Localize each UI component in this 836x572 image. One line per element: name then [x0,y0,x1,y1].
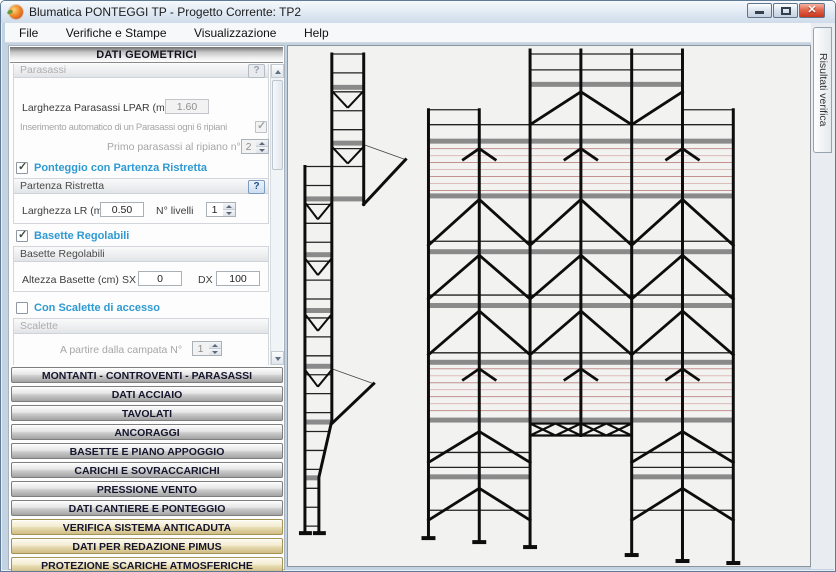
larghezza-parasassi-input[interactable] [165,99,209,114]
menu-verifiche-e-stampe[interactable]: Verifiche e Stampe [57,23,176,40]
section-tavolati[interactable]: TAVOLATI [11,405,283,421]
parasassi-group-label: Parasassi [14,64,268,78]
scrollbar-thumb[interactable] [272,80,283,170]
scroll-up-icon[interactable] [271,64,284,78]
partenza-ristretta-checkbox[interactable]: ✓ [16,162,28,174]
close-button[interactable]: ✕ [799,3,825,18]
close-icon: ✕ [800,4,824,17]
auto-parasassi-label: Inserimento automatico di un Parasassi o… [20,122,227,133]
parameters-panel: DATI GEOMETRICI Parasassi ? Larghezza Pa… [8,45,285,570]
larghezza-parasassi-label: Larghezza Parasassi LPAR (m) [22,102,168,114]
partenza-ristretta-group: Partenza Ristretta ? [13,178,269,224]
section-basette-e-piano-appoggio[interactable]: BASETTE E PIANO APPOGGIO [11,443,283,459]
partenza-ristretta-help-button[interactable]: ? [248,180,265,194]
basette-regolabili-checkbox[interactable]: ✓ [16,230,28,242]
scalette-group-label: Scalette [14,319,268,334]
menu-file[interactable]: File [10,23,47,40]
section-montanti-controventi-parasassi[interactable]: MONTANTI - CONTROVENTI - PARASASSI [11,367,283,383]
tab-risultati-verifica[interactable]: Risultati verifica [813,27,832,153]
parasassi-help-button[interactable]: ? [248,64,265,78]
auto-parasassi-checkbox[interactable]: ✓ [255,121,267,133]
primo-parasassi-label: Primo parasassi al ripiano n° [107,141,241,153]
partenza-ristretta-group-label: Partenza Ristretta [14,179,268,194]
menu-bar: File Verifiche e Stampe Visualizzazione … [5,23,833,43]
window-title: Blumatica PONTEGGI TP - Progetto Corrent… [29,5,301,19]
dx-label: DX [198,274,213,286]
campata-label: A partire dalla campata N° [60,344,182,356]
dati-geometrici-content: Parasassi ? Larghezza Parasassi LPAR (m)… [10,64,283,365]
section-ancoraggi[interactable]: ANCORAGGI [11,424,283,440]
primo-parasassi-spinner[interactable]: 2 [241,139,269,154]
menu-visualizzazione[interactable]: Visualizzazione [185,23,286,40]
sx-label: SX [122,274,136,286]
section-pressione-vento[interactable]: PRESSIONE VENTO [11,481,283,497]
scroll-down-icon[interactable] [271,351,284,365]
section-carichi-e-sovraccarichi[interactable]: CARICHI E SOVRACCARICHI [11,462,283,478]
title-bar[interactable]: Blumatica PONTEGGI TP - Progetto Corrent… [1,1,835,23]
n-livelli-label: N° livelli [156,205,193,217]
check-mark-icon: ✓ [257,119,266,132]
section-dati-geometrici[interactable]: DATI GEOMETRICI [10,47,283,63]
spinner-down-icon[interactable] [256,147,268,154]
larghezza-lr-label: Larghezza LR (m) [22,205,106,217]
partenza-ristretta-checkbox-label[interactable]: Ponteggio con Partenza Ristretta [34,162,207,174]
minimize-button[interactable] [747,3,772,18]
scalette-group: Scalette [13,318,269,365]
spinner-down-icon[interactable] [223,210,235,217]
altezza-basette-label: Altezza Basette (cm) [22,274,119,286]
campata-spinner[interactable]: 1 [192,341,222,356]
basette-group-label: Basette Regolabili [14,247,268,262]
section-dati-per-redazione-pimus[interactable]: DATI PER REDAZIONE PIMUS [11,538,283,554]
app-logo-icon [9,5,23,19]
n-livelli-spinner[interactable]: 1 [206,202,236,217]
maximize-icon [781,7,791,15]
scaffold-drawing [288,46,810,566]
basette-regolabili-checkbox-label[interactable]: Basette Regolabili [34,230,129,242]
panel-scrollbar[interactable] [270,64,283,365]
check-mark-icon: ✓ [62,363,71,365]
menu-help[interactable]: Help [295,23,338,40]
spinner-down-icon[interactable] [209,349,221,356]
section-dati-acciaio[interactable]: DATI ACCIAIO [11,386,283,402]
drawing-area [287,45,811,567]
scalette-checkbox-label[interactable]: Con Scalette di accesso [34,302,160,314]
altezza-basette-dx-input[interactable] [216,271,260,286]
section-verifica-sistema-anticaduta[interactable]: VERIFICA SISTEMA ANTICADUTA [11,519,283,535]
section-dati-cantiere-e-ponteggio[interactable]: DATI CANTIERE E PONTEGGIO [11,500,283,516]
larghezza-lr-input[interactable] [100,202,144,217]
app-window: Blumatica PONTEGGI TP - Progetto Corrent… [0,0,836,572]
scalette-checkbox[interactable] [16,302,28,314]
maximize-button[interactable] [773,3,798,18]
check-mark-icon: ✓ [18,160,27,173]
check-mark-icon: ✓ [18,228,27,241]
altezza-basette-sx-input[interactable] [138,271,182,286]
minimize-icon [755,11,764,14]
section-protezione-scariche-atmosferiche[interactable]: PROTEZIONE SCARICHE ATMOSFERICHE [11,557,283,572]
